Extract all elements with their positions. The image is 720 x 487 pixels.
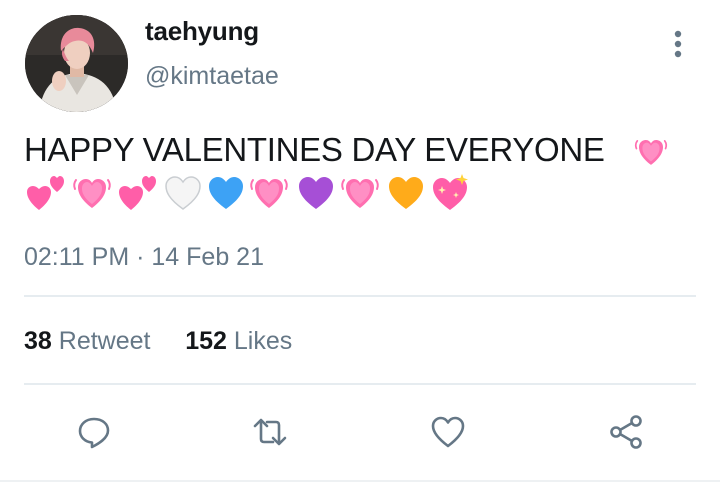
beating-heart-icon [250,179,288,208]
likes-count: 152 [185,327,227,355]
beating-heart-icon [341,179,379,208]
likes-stat[interactable]: 152 Likes [185,327,292,355]
timestamp-separator: · [136,243,145,271]
purple-heart-icon [299,177,333,209]
divider [24,383,696,385]
display-name[interactable]: taehyung [145,16,259,47]
action-bar [0,410,720,454]
heart-outline-icon [431,416,465,448]
avatar-photo [25,15,128,112]
sparkling-heart-icon [433,174,468,210]
avatar[interactable] [25,15,128,112]
two-hearts-icon [27,176,64,210]
divider [24,295,696,297]
likes-label: Likes [233,327,293,355]
retweets-count: 38 [24,327,52,355]
share-icon [610,415,642,449]
beating-heart-icon [73,179,111,208]
tweet-text: HAPPY VALENTINES DAY EVERYONE [24,131,605,168]
more-options-icon[interactable] [664,26,692,62]
tweet-timestamp: 02:11 PM · 14 Feb 21 [24,243,264,272]
retweets-label: Retweet [58,327,151,355]
like-button[interactable] [426,410,470,454]
beating-heart-icon [634,140,668,165]
emoji-row [25,172,485,216]
tweet-time: 02:11 PM [24,243,130,271]
retweet-button[interactable] [248,410,292,454]
blue-heart-icon [209,177,243,209]
retweet-icon [253,418,287,446]
reply-icon [78,417,110,449]
share-button[interactable] [604,410,648,454]
white-heart-icon [165,176,201,210]
divider [0,480,720,482]
two-hearts-icon [119,176,156,210]
orange-heart-icon [389,177,423,209]
retweets-stat[interactable]: 38 Retweet [24,327,150,355]
user-handle[interactable]: @kimtaetae [145,62,279,91]
tweet-card: taehyung @kimtaetae HAPPY VALENTINES DAY… [0,0,720,487]
tweet-date: 14 Feb 21 [151,243,264,271]
tweet-stats: 38 Retweet 152 Likes [24,327,292,356]
reply-button[interactable] [72,410,116,454]
